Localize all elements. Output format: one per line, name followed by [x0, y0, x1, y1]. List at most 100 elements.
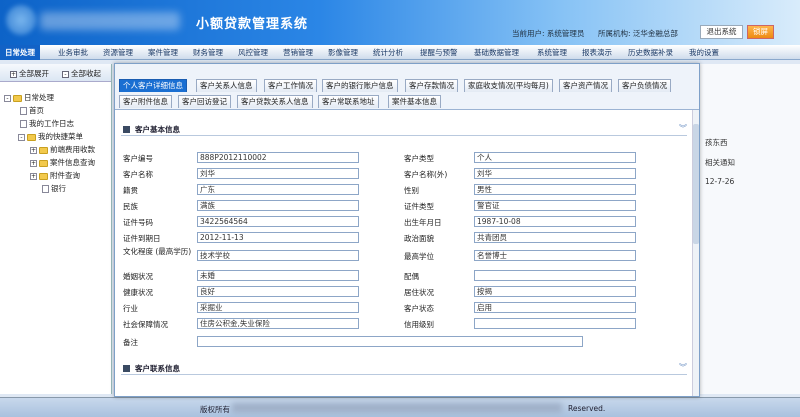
name-foreign-label: 客户名称(外)	[404, 170, 448, 179]
id-number-field[interactable]: 3422564564	[197, 216, 359, 227]
tab-strip: 个人客户详细信息 客户关系人信息 客户工作情况 客户的银行账户信息 客户存款情况…	[115, 64, 699, 110]
customer-type-label: 客户类型	[404, 154, 434, 163]
header: 小额贷款管理系统 当前用户: 系统管理员 所属机构: 泛华金融总部 退出系统 锁…	[0, 0, 800, 45]
scrollbar-thumb[interactable]	[693, 124, 699, 244]
birth-date-label: 出生年月日	[404, 218, 442, 227]
tab-relations[interactable]: 客户关系人信息	[196, 79, 257, 92]
tab-deposit[interactable]: 客户存款情况	[405, 79, 458, 92]
spouse-field[interactable]	[474, 270, 636, 281]
degree-field[interactable]: 名誉博士	[474, 250, 636, 261]
degree-label: 最高学位	[404, 252, 434, 261]
copyright-blurred	[232, 403, 562, 413]
education-label: 文化程度 (最高学历)	[123, 247, 192, 256]
tab-liabilities[interactable]: 客户负债情况	[618, 79, 671, 92]
remark-label: 备注	[123, 338, 138, 347]
tab-attachments[interactable]: 客户附件信息	[119, 95, 172, 108]
political-field[interactable]: 共青团员	[474, 232, 636, 243]
residence-field[interactable]: 按揭	[474, 286, 636, 297]
collapse-chevron-icon[interactable]: ︾	[679, 362, 687, 373]
menu-basedata[interactable]: 基础数据管理	[474, 47, 519, 58]
name-field[interactable]: 刘华	[197, 168, 359, 179]
tab-personal-detail[interactable]: 个人客户详细信息	[119, 79, 187, 92]
gender-field[interactable]: 男性	[474, 184, 636, 195]
tab-family-income[interactable]: 家庭收支情况(平均每月)	[464, 79, 553, 92]
footer: 版权所有 Reserved.	[0, 397, 800, 417]
background-panel	[700, 64, 800, 394]
main-menu: 日常处理 业务审批 资源管理 案件管理 财务管理 风控管理 营销管理 影像管理 …	[0, 45, 800, 60]
collapse-all-button[interactable]: - 全部收起	[62, 68, 101, 79]
section-marker-icon	[123, 365, 130, 372]
menu-history[interactable]: 历史数据补录	[628, 47, 673, 58]
tree-root[interactable]: - 日常处理	[4, 92, 54, 103]
health-field[interactable]: 良好	[197, 286, 359, 297]
menu-approval[interactable]: 业务审批	[58, 47, 88, 58]
social-security-field[interactable]: 住房公积金,失业保险	[197, 318, 359, 329]
collapse-chevron-icon[interactable]: ︾	[679, 123, 687, 134]
political-label: 政治面貌	[404, 234, 434, 243]
tree-item-home[interactable]: 首页	[20, 105, 44, 116]
id-type-field[interactable]: 警官证	[474, 200, 636, 211]
collapse-icon: -	[18, 133, 25, 141]
menu-system[interactable]: 系统管理	[537, 47, 567, 58]
native-place-field[interactable]: 广东	[197, 184, 359, 195]
tree-item-case-query[interactable]: + 案件信息查询	[30, 157, 95, 168]
customer-type-field[interactable]: 个人	[474, 152, 636, 163]
menu-finance[interactable]: 财务管理	[193, 47, 223, 58]
tree-item-shortcuts[interactable]: - 我的快捷菜单	[18, 131, 83, 142]
remark-field[interactable]	[197, 336, 583, 347]
section-basic-info[interactable]: 客户基本信息 ︾	[121, 123, 687, 136]
logout-button[interactable]: 退出系统	[700, 25, 743, 39]
minus-icon: -	[62, 71, 69, 78]
document-icon	[20, 120, 27, 128]
credit-level-field[interactable]	[474, 318, 636, 329]
lock-screen-button[interactable]: 锁屏	[747, 25, 774, 39]
menu-statistics[interactable]: 统计分析	[373, 47, 403, 58]
menu-resource[interactable]: 资源管理	[103, 47, 133, 58]
customer-id-field[interactable]: 888P2012110002	[197, 152, 359, 163]
logo	[6, 5, 36, 35]
ethnic-label: 民族	[123, 202, 138, 211]
menu-image[interactable]: 影像管理	[328, 47, 358, 58]
tree-item-attachment[interactable]: + 附件查询	[30, 170, 80, 181]
id-number-label: 证件号码	[123, 218, 153, 227]
id-expiry-label: 证件到期日	[123, 234, 161, 243]
education-field[interactable]: 技术学校	[197, 250, 359, 261]
customer-status-field[interactable]: 启用	[474, 302, 636, 313]
menu-case[interactable]: 案件管理	[148, 47, 178, 58]
name-foreign-field[interactable]: 刘华	[474, 168, 636, 179]
tab-address[interactable]: 客户常联系地址	[318, 95, 379, 108]
industry-label: 行业	[123, 304, 138, 313]
tab-assets[interactable]: 客户资产情况	[559, 79, 612, 92]
native-place-label: 籍贯	[123, 186, 138, 195]
menu-marketing[interactable]: 营销管理	[283, 47, 313, 58]
ethnic-field[interactable]: 满族	[197, 200, 359, 211]
industry-field[interactable]: 采掘业	[197, 302, 359, 313]
tree-item-fee[interactable]: + 前端费用收款	[30, 144, 95, 155]
menu-risk[interactable]: 风控管理	[238, 47, 268, 58]
tree-item-bank[interactable]: 银行	[42, 183, 66, 194]
menu-settings[interactable]: 我的设置	[689, 47, 719, 58]
customer-detail-dialog: 个人客户详细信息 客户关系人信息 客户工作情况 客户的银行账户信息 客户存款情况…	[114, 63, 700, 397]
menu-reports[interactable]: 报表演示	[582, 47, 612, 58]
customer-status-label: 客户状态	[404, 304, 434, 313]
id-expiry-field[interactable]: 2012-11-13	[197, 232, 359, 243]
tab-bank-account[interactable]: 客户的银行账户信息	[322, 79, 398, 92]
tab-case-info[interactable]: 案件基本信息	[388, 95, 441, 108]
tree-item-worklog[interactable]: 我的工作日志	[20, 118, 74, 129]
expand-icon: +	[30, 146, 37, 154]
tab-loan-relations[interactable]: 客户贷款关系人信息	[237, 95, 313, 108]
background-note: 孩东西	[705, 138, 728, 147]
menu-daily[interactable]: 日常处理	[0, 45, 40, 60]
section-contact-info[interactable]: 客户联系信息 ︾	[121, 362, 687, 375]
folder-icon	[27, 133, 36, 141]
birth-date-field[interactable]: 1987-10-08	[474, 216, 636, 227]
spouse-label: 配偶	[404, 272, 419, 281]
credit-level-label: 信用级别	[404, 320, 434, 329]
folder-icon	[39, 159, 48, 167]
copyright-left: 版权所有	[200, 405, 230, 414]
tab-visit-record[interactable]: 客户回访登记	[178, 95, 231, 108]
menu-alerts[interactable]: 提醒与预警	[420, 47, 458, 58]
tab-work[interactable]: 客户工作情况	[264, 79, 317, 92]
marital-field[interactable]: 未婚	[197, 270, 359, 281]
expand-all-button[interactable]: + 全部展开	[10, 68, 49, 79]
